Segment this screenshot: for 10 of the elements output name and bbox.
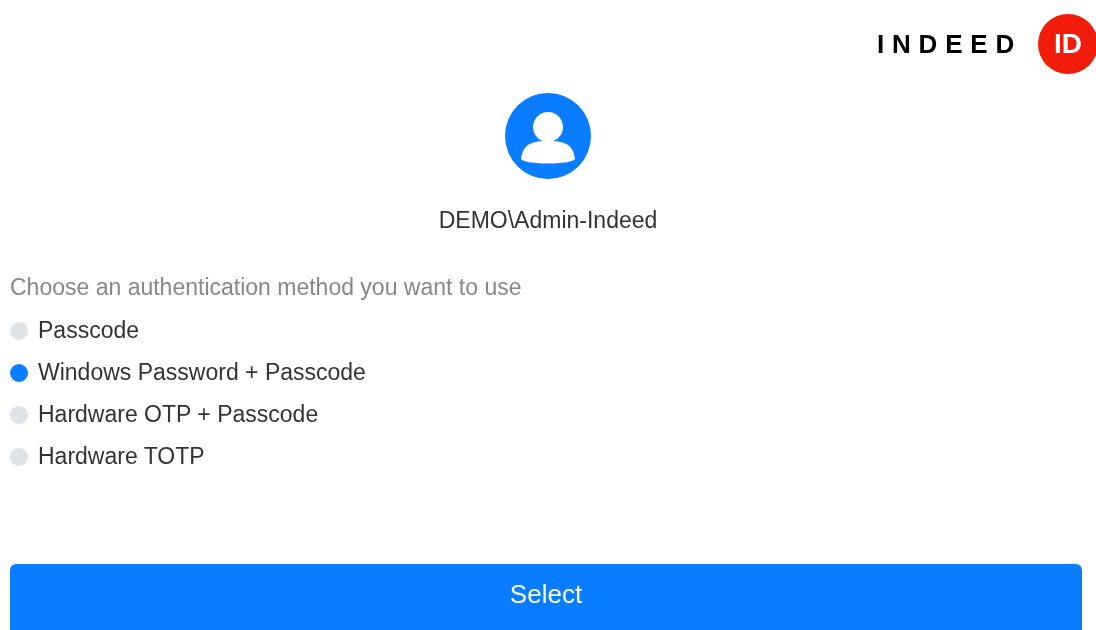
method-option[interactable]: Hardware OTP + Passcode — [10, 393, 1086, 436]
logo-wordmark: INDEED — [876, 30, 1022, 57]
method-option[interactable]: Passcode — [10, 309, 1086, 352]
logo-badge: ID — [1038, 13, 1096, 74]
user-avatar-icon — [505, 93, 591, 179]
select-button[interactable]: Select — [10, 564, 1082, 630]
method-option[interactable]: Windows Password + Passcode — [10, 351, 1086, 394]
method-option[interactable]: Hardware TOTP — [10, 435, 1086, 478]
username: DEMO\Admin-Indeed — [438, 206, 658, 235]
method-prompt: Choose an authentication method you want to use — [10, 272, 523, 302]
